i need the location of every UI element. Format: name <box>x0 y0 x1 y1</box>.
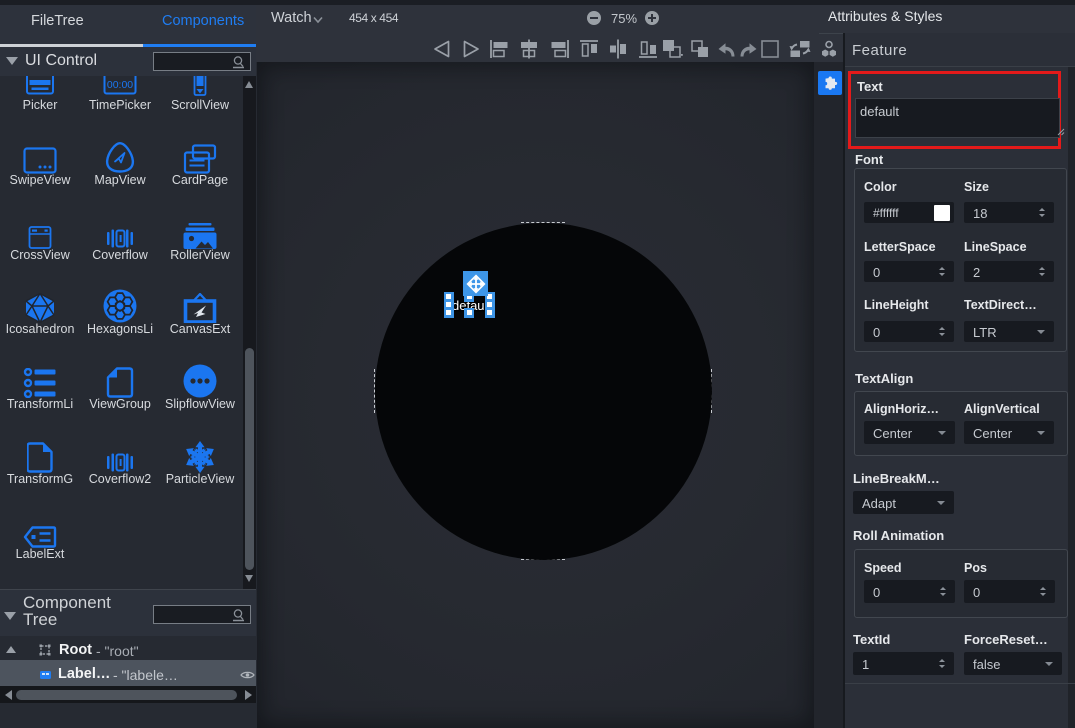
svg-text:00:00: 00:00 <box>107 79 133 91</box>
